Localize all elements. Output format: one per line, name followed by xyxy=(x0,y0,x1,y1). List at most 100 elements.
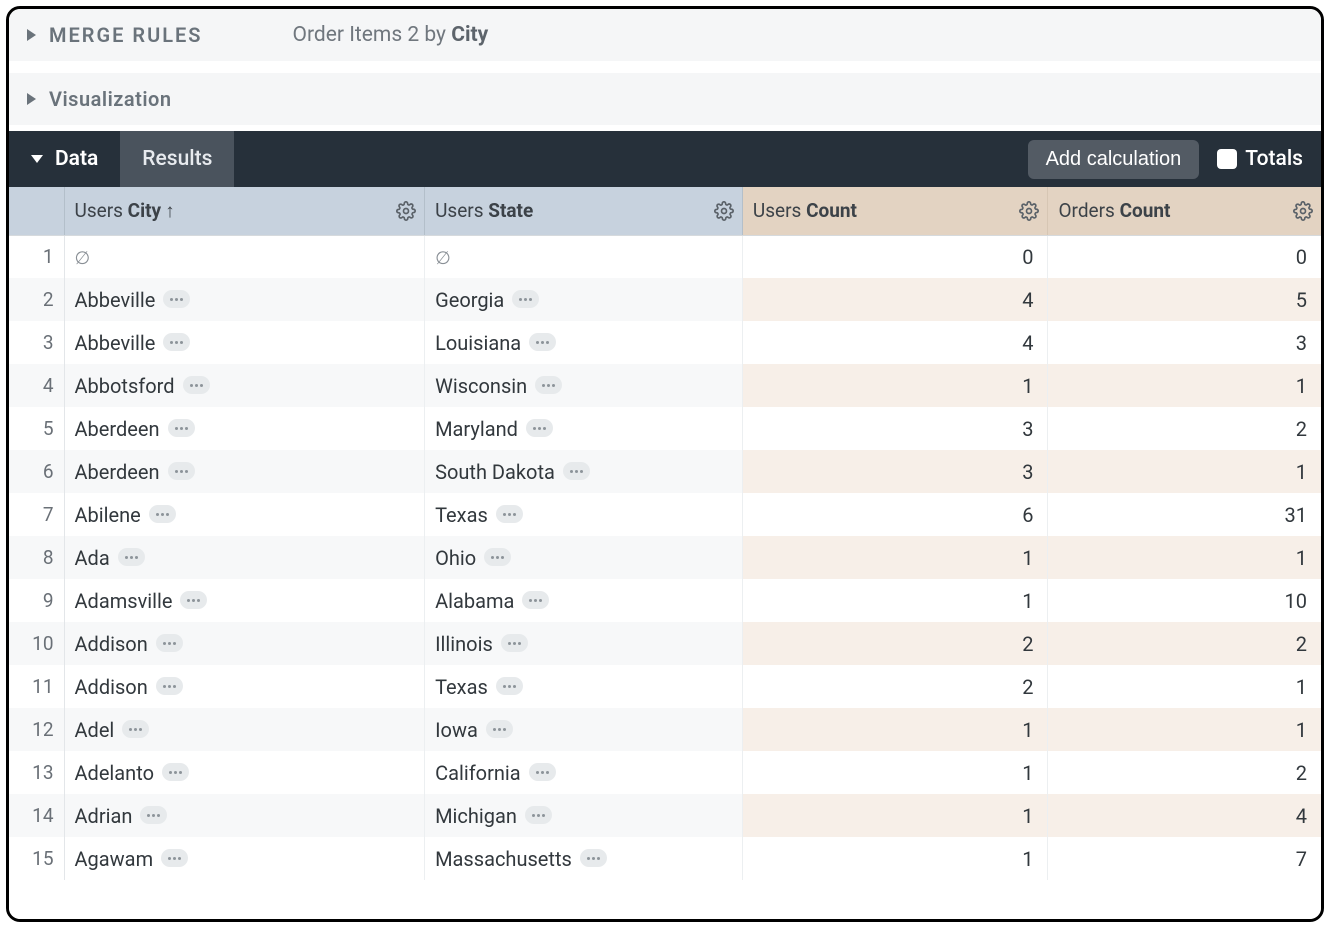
merge-rules-section-header[interactable]: MERGE RULES Order Items 2 by City xyxy=(9,9,1321,61)
cell-users-count[interactable]: 1 xyxy=(742,837,1048,880)
more-actions-pill[interactable] xyxy=(529,763,556,781)
cell-city[interactable]: Ada xyxy=(64,536,425,579)
cell-city[interactable]: Aberdeen xyxy=(64,407,425,450)
cell-state[interactable]: Wisconsin xyxy=(425,364,743,407)
cell-state[interactable]: South Dakota xyxy=(425,450,743,493)
more-actions-pill[interactable] xyxy=(535,376,562,394)
cell-city[interactable]: Aberdeen xyxy=(64,450,425,493)
cell-city[interactable]: Adelanto xyxy=(64,751,425,794)
more-actions-pill[interactable] xyxy=(118,548,145,566)
more-actions-pill[interactable] xyxy=(122,720,149,738)
more-actions-pill[interactable] xyxy=(501,634,528,652)
cell-city[interactable]: Abilene xyxy=(64,493,425,536)
cell-orders-count[interactable]: 5 xyxy=(1048,278,1321,321)
cell-users-count[interactable]: 1 xyxy=(742,536,1048,579)
cell-orders-count[interactable]: 1 xyxy=(1048,450,1321,493)
cell-orders-count[interactable]: 1 xyxy=(1048,708,1321,751)
cell-orders-count[interactable]: 4 xyxy=(1048,794,1321,837)
cell-orders-count[interactable]: 2 xyxy=(1048,751,1321,794)
more-actions-pill[interactable] xyxy=(168,462,195,480)
cell-state[interactable]: Michigan xyxy=(425,794,743,837)
cell-state[interactable]: Massachusetts xyxy=(425,837,743,880)
cell-city[interactable]: Abbeville xyxy=(64,321,425,364)
more-actions-pill[interactable] xyxy=(156,634,183,652)
gear-icon[interactable] xyxy=(1293,201,1313,221)
cell-users-count[interactable]: 4 xyxy=(742,278,1048,321)
cell-orders-count[interactable]: 7 xyxy=(1048,837,1321,880)
cell-state[interactable]: Iowa xyxy=(425,708,743,751)
more-actions-pill[interactable] xyxy=(149,505,176,523)
more-actions-pill[interactable] xyxy=(526,419,553,437)
totals-checkbox[interactable] xyxy=(1217,149,1237,169)
gear-icon[interactable] xyxy=(396,201,416,221)
cell-orders-count[interactable]: 1 xyxy=(1048,665,1321,708)
more-actions-pill[interactable] xyxy=(563,462,590,480)
cell-state[interactable]: Texas xyxy=(425,493,743,536)
cell-state[interactable]: Ohio xyxy=(425,536,743,579)
column-header-count[interactable]: Orders Count xyxy=(1048,187,1321,235)
cell-city[interactable]: ∅ xyxy=(64,235,425,278)
cell-state[interactable]: Illinois xyxy=(425,622,743,665)
cell-orders-count[interactable]: 2 xyxy=(1048,407,1321,450)
cell-orders-count[interactable]: 1 xyxy=(1048,536,1321,579)
cell-orders-count[interactable]: 1 xyxy=(1048,364,1321,407)
cell-city[interactable]: Abbotsford xyxy=(64,364,425,407)
cell-city[interactable]: Abbeville xyxy=(64,278,425,321)
more-actions-pill[interactable] xyxy=(529,333,556,351)
cell-users-count[interactable]: 4 xyxy=(742,321,1048,364)
cell-city[interactable]: Adrian xyxy=(64,794,425,837)
column-header-count[interactable]: Users Count xyxy=(742,187,1048,235)
gear-icon[interactable] xyxy=(1019,201,1039,221)
cell-users-count[interactable]: 1 xyxy=(742,364,1048,407)
cell-city[interactable]: Adamsville xyxy=(64,579,425,622)
cell-city[interactable]: Addison xyxy=(64,622,425,665)
more-actions-pill[interactable] xyxy=(163,333,190,351)
cell-users-count[interactable]: 3 xyxy=(742,450,1048,493)
cell-state[interactable]: California xyxy=(425,751,743,794)
more-actions-pill[interactable] xyxy=(512,290,539,308)
more-actions-pill[interactable] xyxy=(140,806,167,824)
cell-city[interactable]: Addison xyxy=(64,665,425,708)
cell-city[interactable]: Agawam xyxy=(64,837,425,880)
column-header-state[interactable]: Users State xyxy=(425,187,743,235)
cell-users-count[interactable]: 2 xyxy=(742,665,1048,708)
more-actions-pill[interactable] xyxy=(163,290,190,308)
cell-city[interactable]: Adel xyxy=(64,708,425,751)
more-actions-pill[interactable] xyxy=(162,763,189,781)
more-actions-pill[interactable] xyxy=(156,677,183,695)
cell-state[interactable]: Alabama xyxy=(425,579,743,622)
add-calculation-button[interactable]: Add calculation xyxy=(1028,140,1200,179)
gear-icon[interactable] xyxy=(714,201,734,221)
more-actions-pill[interactable] xyxy=(183,376,210,394)
more-actions-pill[interactable] xyxy=(580,849,607,867)
more-actions-pill[interactable] xyxy=(486,720,513,738)
more-actions-pill[interactable] xyxy=(496,505,523,523)
column-header-city[interactable]: Users City↑ xyxy=(64,187,425,235)
tab-results[interactable]: Results xyxy=(120,131,234,187)
more-actions-pill[interactable] xyxy=(180,591,207,609)
cell-state[interactable]: Louisiana xyxy=(425,321,743,364)
cell-users-count[interactable]: 2 xyxy=(742,622,1048,665)
visualization-section-header[interactable]: Visualization xyxy=(9,73,1321,125)
more-actions-pill[interactable] xyxy=(496,677,523,695)
cell-state[interactable]: Georgia xyxy=(425,278,743,321)
cell-orders-count[interactable]: 10 xyxy=(1048,579,1321,622)
cell-state[interactable]: ∅ xyxy=(425,235,743,278)
more-actions-pill[interactable] xyxy=(484,548,511,566)
cell-users-count[interactable]: 1 xyxy=(742,708,1048,751)
cell-orders-count[interactable]: 0 xyxy=(1048,235,1321,278)
more-actions-pill[interactable] xyxy=(525,806,552,824)
cell-users-count[interactable]: 3 xyxy=(742,407,1048,450)
more-actions-pill[interactable] xyxy=(161,849,188,867)
cell-state[interactable]: Texas xyxy=(425,665,743,708)
cell-state[interactable]: Maryland xyxy=(425,407,743,450)
more-actions-pill[interactable] xyxy=(522,591,549,609)
more-actions-pill[interactable] xyxy=(168,419,195,437)
tab-data[interactable]: Data xyxy=(9,131,120,187)
totals-toggle[interactable]: Totals xyxy=(1217,147,1303,171)
cell-users-count[interactable]: 6 xyxy=(742,493,1048,536)
cell-users-count[interactable]: 1 xyxy=(742,794,1048,837)
cell-users-count[interactable]: 1 xyxy=(742,751,1048,794)
cell-users-count[interactable]: 0 xyxy=(742,235,1048,278)
cell-orders-count[interactable]: 31 xyxy=(1048,493,1321,536)
